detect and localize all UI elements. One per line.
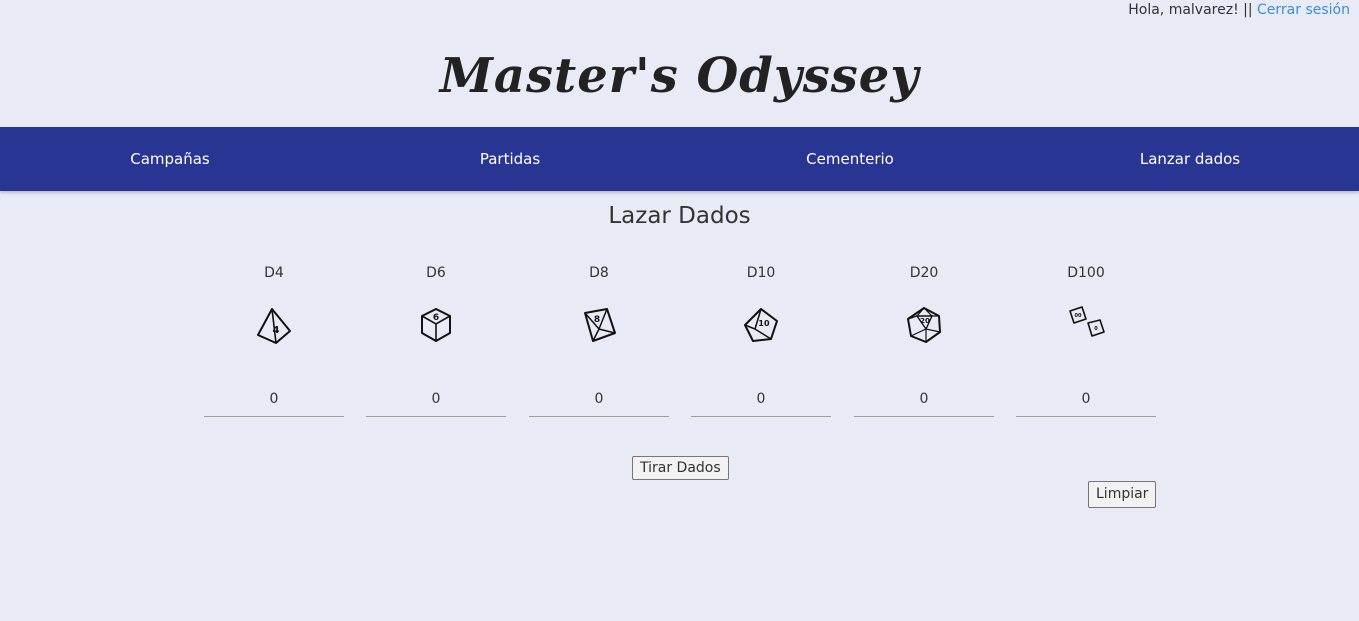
dice-label: D10 (746, 265, 776, 281)
dice-column-d6: D6 6 (366, 264, 506, 417)
roll-dice-button[interactable]: Tirar Dados (632, 456, 729, 480)
d10-count-input[interactable] (691, 381, 831, 417)
svg-text:10: 10 (758, 319, 770, 328)
dice-label: D8 (589, 265, 609, 281)
d6-die-icon[interactable]: 6 (416, 305, 456, 345)
dice-label: D20 (909, 265, 939, 281)
dice-column-d4: D4 4 (204, 264, 344, 417)
site-title: Master's Odyssey (439, 48, 920, 104)
d8-count-input[interactable] (529, 381, 669, 417)
dice-label: D100 (1067, 265, 1105, 281)
d100-dice-icon[interactable]: 00 0 (1066, 305, 1106, 345)
d10-die-icon[interactable]: 10 (741, 305, 781, 345)
logout-link[interactable]: Cerrar sesión (1257, 2, 1350, 18)
dice-label: D6 (426, 265, 446, 281)
page-title: Lazar Dados (608, 203, 751, 229)
svg-text:4: 4 (273, 325, 280, 336)
clear-button[interactable]: Limpiar (1088, 481, 1157, 508)
d6-count-input[interactable] (366, 381, 506, 417)
greeting-text: Hola, malvarez! || (1128, 2, 1253, 18)
d4-die-icon[interactable]: 4 (254, 305, 294, 345)
d20-die-icon[interactable]: 20 (904, 305, 944, 345)
nav-item-games[interactable]: Partidas (410, 127, 610, 191)
svg-text:8: 8 (594, 315, 600, 325)
d100-count-input[interactable] (1016, 381, 1156, 417)
user-bar: Hola, malvarez! || Cerrar sesión (1128, 0, 1350, 22)
dice-column-d10: D10 10 (691, 264, 831, 417)
svg-text:20: 20 (920, 317, 930, 325)
dice-column-d20: D20 20 (854, 264, 994, 417)
svg-text:00: 00 (1075, 313, 1082, 319)
dice-column-d8: D8 8 (529, 264, 669, 417)
d20-count-input[interactable] (854, 381, 994, 417)
d8-die-icon[interactable]: 8 (579, 305, 619, 345)
nav-item-campaigns[interactable]: Campañas (70, 127, 270, 191)
dice-label: D4 (264, 265, 284, 281)
svg-text:6: 6 (433, 313, 439, 323)
nav-item-cemetery[interactable]: Cementerio (750, 127, 950, 191)
d4-count-input[interactable] (204, 381, 344, 417)
svg-text:0: 0 (1094, 326, 1098, 332)
main-navbar: Campañas Partidas Cementerio Lanzar dado… (0, 127, 1359, 191)
dice-column-d100: D100 00 0 (1016, 264, 1156, 417)
nav-item-roll-dice[interactable]: Lanzar dados (1090, 127, 1290, 191)
